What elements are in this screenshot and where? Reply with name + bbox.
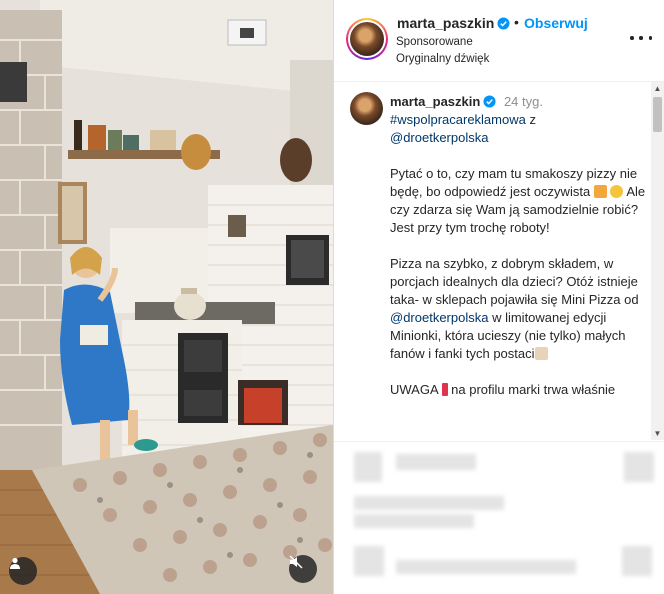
- grinning-face-emoji-icon: [610, 185, 624, 198]
- speaker-muted-icon: [289, 555, 303, 569]
- mention-link[interactable]: @droetkerpolska: [390, 130, 488, 145]
- caption-text: #wspolpracareklamowa z @droetkerpolska P…: [390, 111, 646, 417]
- verified-badge-icon: [497, 17, 510, 30]
- scroll-up-arrow-icon[interactable]: ▲: [653, 84, 662, 93]
- verified-badge-icon: [483, 95, 496, 108]
- hashtag-link[interactable]: #wspolpracareklamowa: [390, 112, 526, 127]
- caption-area: marta_paszkin 24 tyg. #wspolpracareklamo…: [334, 82, 650, 440]
- caption-paragraph-2a: Pizza na szybko, z dobrym składem, w por…: [390, 256, 639, 307]
- blurred-comments: [334, 441, 664, 594]
- post-header: marta_paszkin • Obserwuj Sponsorowane Or…: [334, 0, 664, 82]
- scroll-down-arrow-icon[interactable]: ▼: [653, 429, 662, 438]
- author-username-row: marta_paszkin: [397, 15, 510, 31]
- blurred-avatar: [354, 546, 384, 576]
- mute-button[interactable]: [289, 555, 317, 583]
- more-options-icon: [630, 36, 634, 40]
- user-tag-icon: [10, 557, 20, 569]
- caption-paragraph-3b: na profilu marki trwa właśnie: [447, 382, 616, 397]
- caption-header: marta_paszkin 24 tyg.: [390, 94, 543, 109]
- author-username[interactable]: marta_paszkin: [397, 15, 494, 31]
- caption-username[interactable]: marta_paszkin: [390, 94, 480, 109]
- more-options-button[interactable]: [630, 28, 652, 48]
- sponsored-label: Sponsorowane: [396, 36, 473, 48]
- media-illustration: [0, 0, 333, 594]
- separator-dot: •: [514, 14, 519, 30]
- post-media[interactable]: [0, 0, 333, 594]
- caption-text-fragment: z: [525, 112, 536, 127]
- pizza-emoji-icon: [593, 185, 607, 198]
- follow-button[interactable]: Obserwuj: [524, 15, 588, 31]
- user-tag-button[interactable]: [9, 557, 37, 585]
- post-time[interactable]: 24 tyg.: [504, 94, 543, 109]
- people-emoji-icon: [534, 347, 548, 360]
- caption-scrollbar[interactable]: [651, 82, 664, 440]
- scroll-thumb[interactable]: [653, 97, 662, 132]
- caption-avatar[interactable]: [350, 92, 383, 125]
- audio-link[interactable]: Oryginalny dźwięk: [396, 53, 489, 65]
- blurred-avatar: [354, 452, 382, 482]
- caption-paragraph-3a: UWAGA: [390, 382, 438, 397]
- mention-link[interactable]: @droetkerpolska: [390, 310, 488, 325]
- avatar[interactable]: [346, 18, 388, 60]
